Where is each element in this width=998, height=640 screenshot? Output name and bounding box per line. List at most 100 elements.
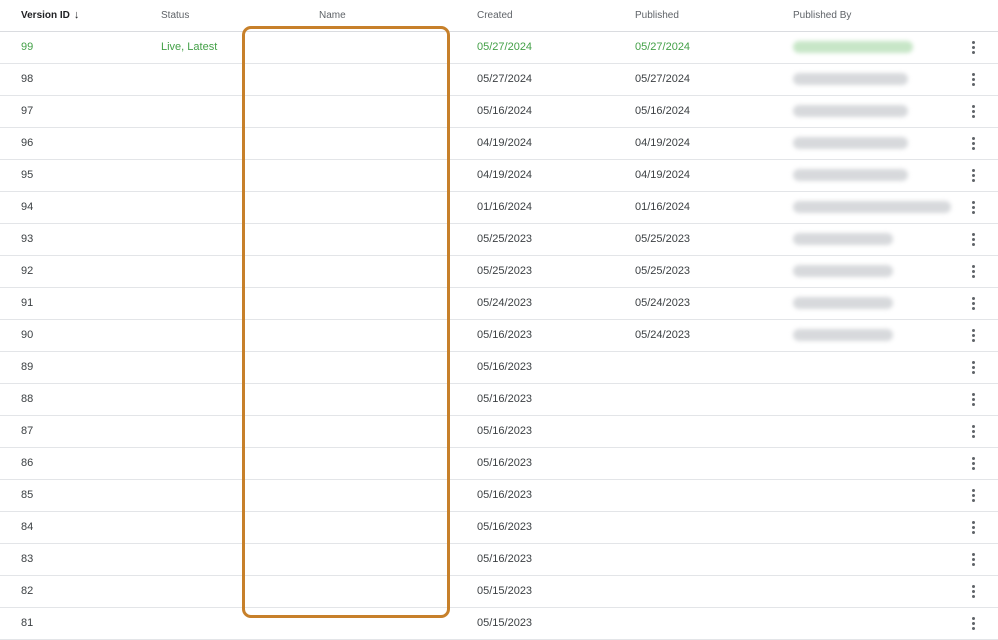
published-by-redacted [793, 329, 893, 341]
created-date-cell: 05/16/2023 [477, 489, 533, 501]
version-id-cell: 97 [21, 105, 34, 117]
more-vert-icon[interactable] [965, 64, 981, 95]
created-date-cell: 05/16/2023 [477, 425, 533, 437]
created-date-cell: 05/16/2023 [477, 553, 533, 565]
published-date-cell: 05/27/2024 [635, 73, 691, 85]
more-vert-icon[interactable] [965, 256, 981, 287]
more-vert-icon[interactable] [965, 320, 981, 351]
more-vert-icon[interactable] [965, 160, 981, 191]
version-id-cell: 90 [21, 329, 34, 341]
more-vert-icon[interactable] [965, 192, 981, 223]
column-header-status[interactable]: Status [161, 0, 189, 31]
created-date-cell: 05/16/2023 [477, 457, 533, 469]
published-date-cell: 04/19/2024 [635, 137, 691, 149]
version-id-cell: 93 [21, 233, 34, 245]
table-row[interactable]: 88 05/16/2023 [0, 384, 998, 416]
created-date-cell: 05/27/2024 [477, 41, 533, 53]
published-date-cell: 05/24/2023 [635, 329, 691, 341]
status-cell: Live, Latest [161, 41, 218, 53]
more-vert-icon[interactable] [965, 608, 981, 639]
table-row[interactable]: 97 05/16/2024 05/16/2024 [0, 96, 998, 128]
published-by-redacted [793, 73, 908, 85]
table-row[interactable]: 92 05/25/2023 05/25/2023 [0, 256, 998, 288]
published-by-redacted [793, 137, 908, 149]
published-by-redacted [793, 41, 913, 53]
column-header-published-by[interactable]: Published By [793, 0, 851, 31]
published-date-cell: 05/24/2023 [635, 297, 691, 309]
version-id-cell: 82 [21, 585, 34, 597]
created-date-cell: 05/27/2024 [477, 73, 533, 85]
more-vert-icon[interactable] [965, 224, 981, 255]
version-id-cell: 87 [21, 425, 34, 437]
version-id-cell: 92 [21, 265, 34, 277]
table-row[interactable]: 89 05/16/2023 [0, 352, 998, 384]
created-date-cell: 05/24/2023 [477, 297, 533, 309]
created-date-cell: 05/16/2024 [477, 105, 533, 117]
more-vert-icon[interactable] [965, 128, 981, 159]
more-vert-icon[interactable] [965, 384, 981, 415]
more-vert-icon[interactable] [965, 96, 981, 127]
table-row[interactable]: 87 05/16/2023 [0, 416, 998, 448]
arrow-down-icon[interactable]: ↓ [74, 0, 80, 31]
published-by-redacted [793, 265, 893, 277]
published-by-redacted [793, 105, 908, 117]
table-row[interactable]: 86 05/16/2023 [0, 448, 998, 480]
published-date-cell: 01/16/2024 [635, 201, 691, 213]
created-date-cell: 01/16/2024 [477, 201, 533, 213]
created-date-cell: 05/16/2023 [477, 329, 533, 341]
column-header-published[interactable]: Published [635, 0, 679, 31]
version-id-cell: 91 [21, 297, 34, 309]
table-row[interactable]: 96 04/19/2024 04/19/2024 [0, 128, 998, 160]
version-id-cell: 96 [21, 137, 34, 149]
more-vert-icon[interactable] [965, 544, 981, 575]
published-date-cell: 05/27/2024 [635, 41, 691, 53]
table-row[interactable]: 83 05/16/2023 [0, 544, 998, 576]
created-date-cell: 04/19/2024 [477, 137, 533, 149]
more-vert-icon[interactable] [965, 448, 981, 479]
table-row[interactable]: 81 05/15/2023 [0, 608, 998, 640]
created-date-cell: 05/16/2023 [477, 393, 533, 405]
more-vert-icon[interactable] [965, 352, 981, 383]
published-date-cell: 05/25/2023 [635, 233, 691, 245]
created-date-cell: 05/16/2023 [477, 361, 533, 373]
published-date-cell: 05/16/2024 [635, 105, 691, 117]
version-id-cell: 83 [21, 553, 34, 565]
published-date-cell: 04/19/2024 [635, 169, 691, 181]
table-row[interactable]: 84 05/16/2023 [0, 512, 998, 544]
version-id-cell: 88 [21, 393, 34, 405]
table-row[interactable]: 99 Live, Latest 05/27/2024 05/27/2024 [0, 32, 998, 64]
column-header-created[interactable]: Created [477, 0, 513, 31]
more-vert-icon[interactable] [965, 288, 981, 319]
more-vert-icon[interactable] [965, 416, 981, 447]
table-row[interactable]: 82 05/15/2023 [0, 576, 998, 608]
more-vert-icon[interactable] [965, 32, 981, 63]
created-date-cell: 05/16/2023 [477, 521, 533, 533]
version-id-cell: 81 [21, 617, 34, 629]
table-row[interactable]: 85 05/16/2023 [0, 480, 998, 512]
version-id-cell: 95 [21, 169, 34, 181]
version-id-cell: 94 [21, 201, 34, 213]
table-row[interactable]: 98 05/27/2024 05/27/2024 [0, 64, 998, 96]
created-date-cell: 05/25/2023 [477, 233, 533, 245]
versions-table: Version ID ↓ Status Name Created Publishe… [0, 0, 998, 640]
more-vert-icon[interactable] [965, 480, 981, 511]
version-id-cell: 89 [21, 361, 34, 373]
table-body: 99 Live, Latest 05/27/2024 05/27/2024 98 05/2… [0, 32, 998, 640]
version-id-cell: 99 [21, 41, 34, 53]
published-by-redacted [793, 201, 951, 213]
table-row[interactable]: 95 04/19/2024 04/19/2024 [0, 160, 998, 192]
published-by-redacted [793, 169, 908, 181]
more-vert-icon[interactable] [965, 576, 981, 607]
published-by-redacted [793, 233, 893, 245]
version-id-cell: 98 [21, 73, 34, 85]
published-date-cell: 05/25/2023 [635, 265, 691, 277]
table-row[interactable]: 93 05/25/2023 05/25/2023 [0, 224, 998, 256]
created-date-cell: 04/19/2024 [477, 169, 533, 181]
more-vert-icon[interactable] [965, 512, 981, 543]
column-header-name[interactable]: Name [319, 0, 346, 31]
column-header-version-id[interactable]: Version ID ↓ [21, 0, 79, 31]
table-row[interactable]: 91 05/24/2023 05/24/2023 [0, 288, 998, 320]
table-row[interactable]: 90 05/16/2023 05/24/2023 [0, 320, 998, 352]
created-date-cell: 05/25/2023 [477, 265, 533, 277]
table-row[interactable]: 94 01/16/2024 01/16/2024 [0, 192, 998, 224]
